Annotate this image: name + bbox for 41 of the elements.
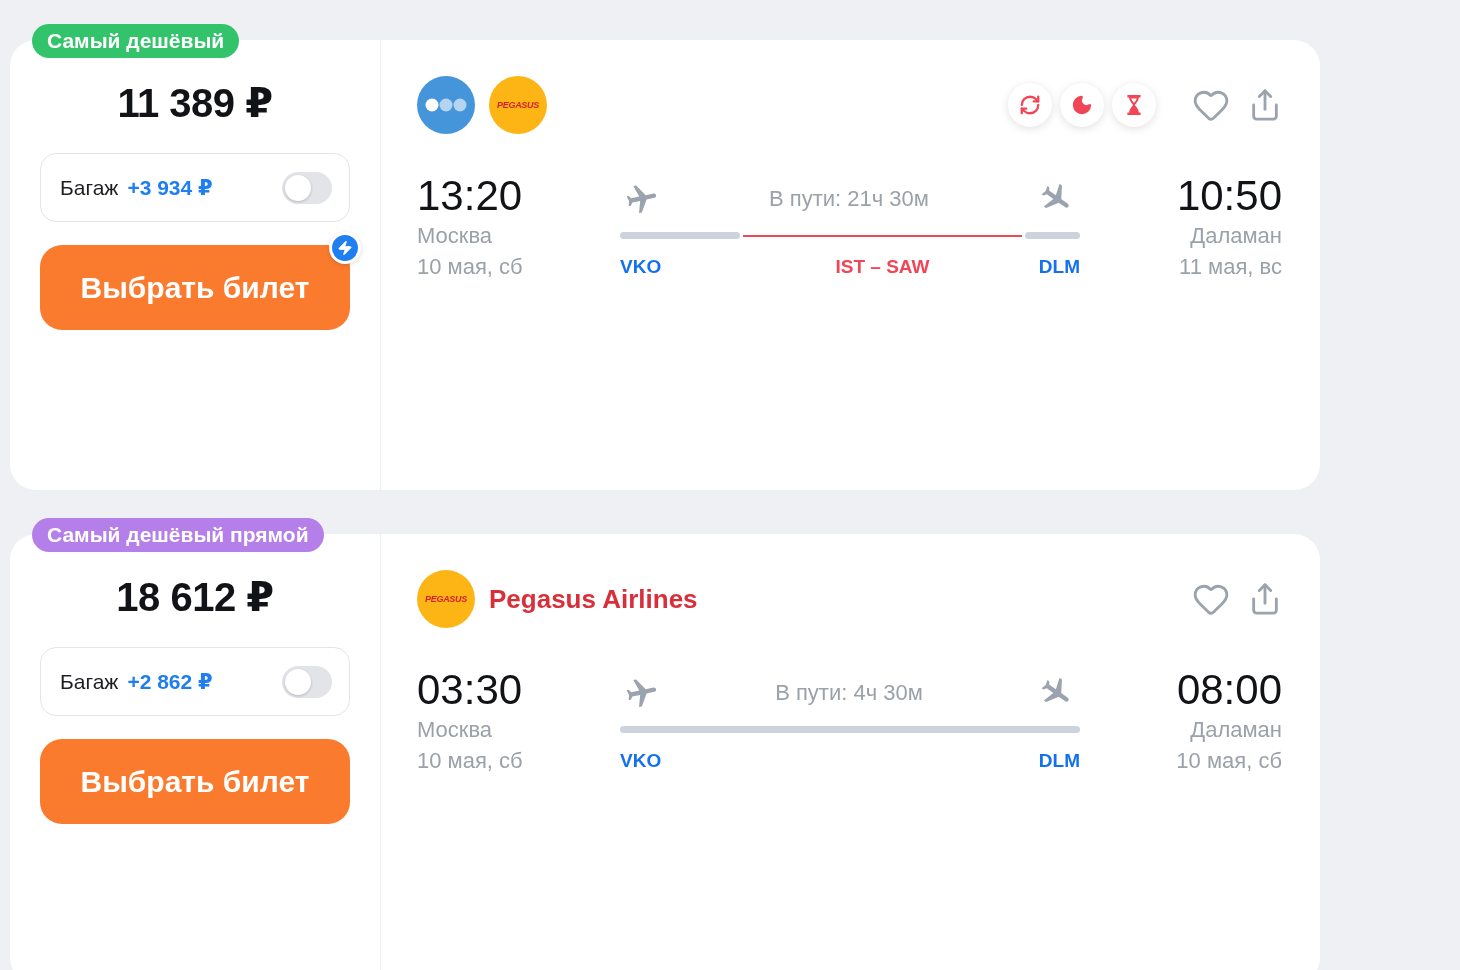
baggage-toggle[interactable] — [282, 171, 332, 204]
baggage-price: +3 934 ₽ — [127, 175, 213, 200]
ticket-price: 18 612 ₽ — [116, 574, 274, 621]
baggage-label: Багаж — [60, 175, 119, 200]
transfer-airports: IST – SAW — [835, 255, 930, 278]
arrival-time: 10:50 — [1176, 172, 1282, 220]
arrival-time: 08:00 — [1176, 666, 1282, 714]
baggage-label: Багаж — [60, 669, 119, 694]
airline-name: Pegasus Airlines — [489, 583, 698, 615]
takeoff-plane-icon — [626, 677, 658, 709]
arrival-date: 10 мая, сб — [1176, 747, 1282, 775]
arrival-city: Даламан — [1190, 716, 1282, 744]
select-ticket-button[interactable]: Выбрать билет — [40, 739, 350, 824]
arrival-date: 11 мая, вс — [1179, 253, 1282, 281]
departure-city: Москва — [417, 222, 493, 250]
dots-logo-icon — [417, 76, 475, 134]
moon-icon — [1060, 83, 1104, 127]
logo-text: PEGASUS — [497, 100, 539, 110]
departure-date: 10 мая, сб — [417, 747, 523, 775]
offer-label: Самый дешёвый — [32, 24, 240, 58]
takeoff-plane-icon — [626, 183, 658, 215]
airport-code: DLM — [1038, 749, 1080, 772]
airport-code: DLM — [1038, 255, 1080, 278]
departure-date: 10 мая, сб — [417, 253, 523, 281]
baggage-price: +2 862 ₽ — [127, 669, 213, 694]
airport-code: VKO — [620, 255, 662, 278]
ticket-price: 11 389 ₽ — [117, 80, 273, 127]
offer-label: Самый дешёвый прямой — [32, 518, 324, 552]
departure-city: Москва — [417, 716, 493, 744]
departure-time: 13:20 — [417, 172, 523, 220]
baggage-toggle[interactable] — [282, 665, 332, 698]
logo-text: PEGASUS — [425, 594, 467, 604]
travel-duration: В пути: 21ч 30м — [769, 186, 929, 212]
airport-code: VKO — [620, 749, 662, 772]
refresh-icon — [1008, 83, 1052, 127]
departure-time: 03:30 — [417, 666, 523, 714]
travel-duration: В пути: 4ч 30м — [775, 680, 923, 706]
select-ticket-button[interactable]: Выбрать билет — [40, 245, 350, 330]
arrival-city: Даламан — [1190, 222, 1282, 250]
hourglass-icon — [1112, 83, 1156, 127]
flight-segment — [1025, 232, 1080, 239]
